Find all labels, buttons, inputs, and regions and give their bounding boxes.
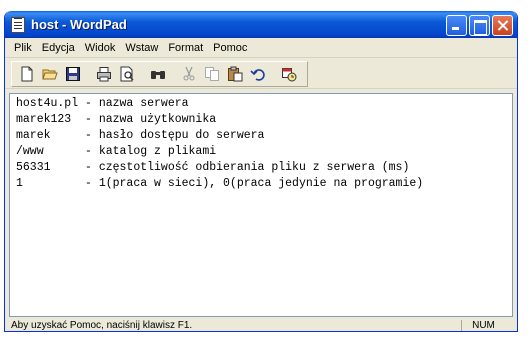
wordpad-window: host - WordPad Plik Edycja Widok Wstaw F… [4, 11, 518, 332]
window-title: host - WordPad [31, 17, 127, 32]
new-document-icon[interactable] [16, 63, 38, 85]
document-line: /www - katalog z plikami [16, 145, 217, 158]
document-line: 1 - 1(praca w sieci), 0(praca jedynie na… [16, 177, 424, 190]
toolbar [5, 59, 517, 89]
save-icon[interactable] [62, 63, 84, 85]
cut-icon[interactable] [178, 63, 200, 85]
find-icon[interactable] [147, 63, 169, 85]
document-line: marek - hasło dostępu do serwera [16, 129, 265, 142]
document-line: 56331 - częstotliwość odbierania pliku z… [16, 161, 410, 174]
copy-icon[interactable] [201, 63, 223, 85]
minimize-button[interactable] [446, 15, 467, 36]
num-lock-indicator: NUM [461, 320, 505, 331]
open-folder-icon[interactable] [39, 63, 61, 85]
print-preview-icon[interactable] [116, 63, 138, 85]
menu-format[interactable]: Format [163, 42, 208, 54]
menu-plik[interactable]: Plik [9, 42, 37, 54]
status-help-text: Aby uzyskać Pomoc, naciśnij klawisz F1. [11, 320, 193, 331]
toolbar-group [11, 60, 308, 87]
menu-wstaw[interactable]: Wstaw [120, 42, 163, 54]
window-controls [446, 15, 513, 36]
document-line: host4u.pl - nazwa serwera [16, 97, 189, 110]
document-line: marek123 - nazwa użytkownika [16, 113, 217, 126]
document-area[interactable]: host4u.pl - nazwa serwera marek123 - naz… [9, 93, 513, 317]
menu-bar: Plik Edycja Widok Wstaw Format Pomoc [5, 38, 517, 58]
maximize-button[interactable] [469, 15, 490, 36]
paste-icon[interactable] [224, 63, 246, 85]
print-icon[interactable] [93, 63, 115, 85]
wordpad-app-icon[interactable] [11, 16, 25, 33]
menu-pomoc[interactable]: Pomoc [208, 42, 252, 54]
title-bar[interactable]: host - WordPad [5, 11, 517, 38]
status-bar: Aby uzyskać Pomoc, naciśnij klawisz F1. … [5, 319, 517, 331]
menu-widok[interactable]: Widok [80, 42, 121, 54]
undo-icon[interactable] [247, 63, 269, 85]
close-button[interactable] [492, 15, 513, 36]
menu-edycja[interactable]: Edycja [37, 42, 80, 54]
date-time-icon[interactable] [278, 63, 300, 85]
